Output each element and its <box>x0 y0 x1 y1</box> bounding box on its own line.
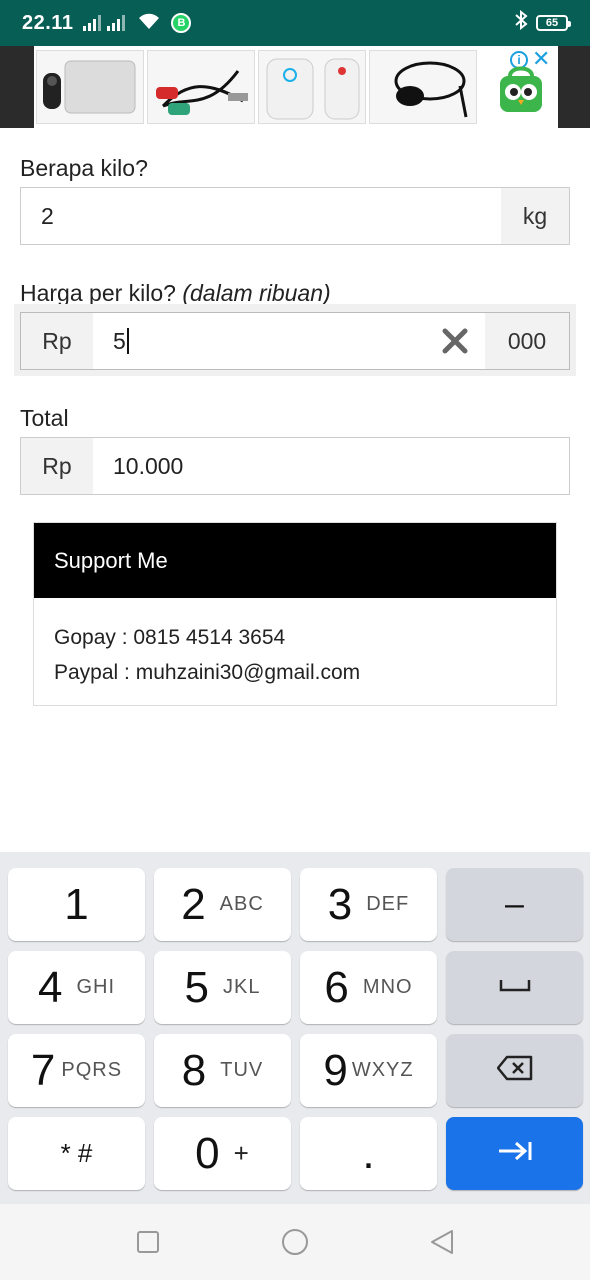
signal-icon-2 <box>107 15 126 31</box>
wifi-icon <box>137 12 161 35</box>
key-dot[interactable]: . <box>300 1117 437 1190</box>
space-icon <box>499 978 531 997</box>
price-suffix: 000 <box>485 313 569 369</box>
key-3[interactable]: 3 DEF <box>300 868 437 941</box>
clock: 22.11 <box>22 11 74 34</box>
total-prefix: Rp <box>21 438 93 494</box>
next-tab-icon <box>497 1140 533 1167</box>
ad-product-phone-mic[interactable] <box>36 50 144 124</box>
price-label: Harga per kilo? (dalam ribuan) <box>20 280 331 307</box>
weight-label: Berapa kilo? <box>20 155 148 181</box>
paypal-info: Paypal : muhzaini30@gmail.com <box>54 661 361 684</box>
key-9[interactable]: 9 WXYZ <box>300 1034 437 1107</box>
price-prefix: Rp <box>21 313 93 369</box>
gopay-info: Gopay : 0815 4514 3654 <box>54 626 286 649</box>
total-output: 10.000 <box>113 452 184 479</box>
key-star-hash[interactable]: * # <box>8 1117 145 1190</box>
system-navigation-bar <box>0 1204 590 1280</box>
ad-banner[interactable]: i ✕ <box>0 46 590 128</box>
key-8[interactable]: 8 TUV <box>154 1034 291 1107</box>
back-icon[interactable] <box>428 1228 456 1261</box>
battery-icon: 65 <box>536 15 571 31</box>
clear-icon[interactable] <box>425 313 485 369</box>
key-6[interactable]: 6 MNO <box>300 951 437 1024</box>
price-input-value: 5 <box>113 327 126 354</box>
price-input-group: Rp 5 000 <box>20 312 570 370</box>
whatsapp-notification-icon: B <box>171 13 192 33</box>
backspace-icon <box>496 1055 533 1086</box>
text-cursor <box>126 328 129 354</box>
total-input-group: Rp 10.000 <box>20 437 570 495</box>
key-5[interactable]: 5 JKL <box>154 951 291 1024</box>
key-2[interactable]: 2 ABC <box>154 868 291 941</box>
bluetooth-icon <box>514 9 528 36</box>
recents-icon[interactable] <box>136 1230 160 1259</box>
key-1[interactable]: 1 <box>8 868 145 941</box>
support-card-body: Gopay : 0815 4514 3654 Paypal : muhzaini… <box>34 598 556 690</box>
key-0[interactable]: 0 + <box>154 1117 291 1190</box>
support-card-title: Support Me <box>34 523 556 598</box>
signal-icon <box>83 15 102 31</box>
support-card: Support Me Gopay : 0815 4514 3654 Paypal… <box>33 522 557 706</box>
key-minus[interactable]: – <box>446 868 583 941</box>
ad-product-wireless-mic[interactable] <box>258 50 366 124</box>
weight-input-group: 2 kg <box>20 187 570 245</box>
weight-unit: kg <box>501 188 569 244</box>
key-7[interactable]: 7 PQRS <box>8 1034 145 1107</box>
home-icon[interactable] <box>281 1228 309 1261</box>
price-label-text: Harga per kilo? <box>20 280 176 306</box>
price-input[interactable]: 5 <box>93 313 425 369</box>
key-next[interactable] <box>446 1117 583 1190</box>
status-bar: 22.11 B 65 <box>0 0 590 46</box>
ad-product-lavalier-mic[interactable] <box>369 50 477 124</box>
total-label: Total <box>20 405 69 431</box>
numeric-keyboard: 1 2 ABC 3 DEF – 4 GHI 5 JKL 6 MNO 7 PQRS 8 TUV … <box>0 852 590 1204</box>
key-4[interactable]: 4 GHI <box>8 951 145 1024</box>
weight-input[interactable]: 2 <box>21 188 501 244</box>
key-backspace[interactable] <box>446 1034 583 1107</box>
key-space[interactable] <box>446 951 583 1024</box>
ad-content[interactable]: i ✕ <box>34 46 558 128</box>
price-label-hint: (dalam ribuan) <box>182 280 331 306</box>
ad-brand-logo-icon[interactable] <box>496 62 546 114</box>
ad-product-cable[interactable] <box>147 50 255 124</box>
